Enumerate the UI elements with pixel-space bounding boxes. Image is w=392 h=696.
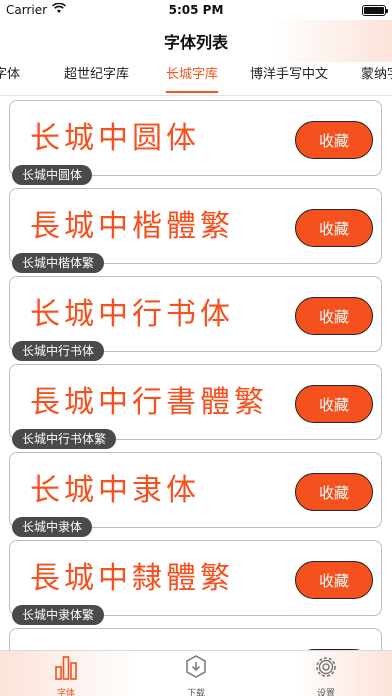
wifi-icon: [52, 2, 67, 17]
font-card[interactable]: 长城中圆体 收藏 长城中圆体: [9, 100, 382, 185]
font-preview: 長城中隸體繁: [30, 561, 234, 596]
font-name-label: 长城中楷体繁: [12, 253, 105, 273]
font-preview: 長城中楷體繁: [30, 209, 234, 244]
tab-changcheng[interactable]: 长城字库: [166, 62, 219, 95]
favorite-button[interactable]: 收藏: [295, 121, 373, 159]
font-name-label: 长城中圆体: [12, 165, 93, 185]
font-preview: 長城中行書體繁: [30, 385, 268, 420]
favorite-button[interactable]: 收藏: [295, 473, 373, 511]
font-card[interactable]: 長城中楷體繁 收藏 长城中楷体繁: [9, 188, 382, 273]
font-preview: 长城中行书体: [30, 297, 234, 332]
bar-chart-icon: [52, 653, 80, 685]
tabbar-settings-label: 设置: [316, 689, 335, 696]
font-name-label: 长城中行书体: [12, 341, 105, 361]
favorite-button[interactable]: 收藏: [295, 209, 373, 247]
font-preview: 长城中隶体: [30, 473, 200, 508]
tabbar-download-label: 下载: [186, 689, 205, 696]
font-card[interactable]: 长城中行书体 收藏 长城中行书体: [9, 276, 382, 361]
font-card[interactable]: 長城中隸體繁 收藏 长城中隶体繁: [9, 540, 382, 625]
tab-fonts[interactable]: 字体: [0, 62, 20, 95]
font-card[interactable]: 長城中行書體繁 收藏 长城中行书体繁: [9, 364, 382, 449]
font-name-label: 长城中行书体繁: [12, 429, 117, 449]
font-name-label: 长城中隶体: [12, 517, 93, 537]
tab-boyang[interactable]: 博洋手写中文: [250, 62, 328, 95]
tabbar-download[interactable]: 下载: [166, 653, 226, 696]
bottom-tab-bar: 字体 下载 设置: [0, 650, 392, 696]
download-icon: [182, 653, 210, 685]
tabbar-settings[interactable]: 设置: [296, 653, 356, 696]
status-time: 5:05 PM: [168, 3, 224, 17]
category-tabs: 字体 超世纪字库 长城字库 博洋手写中文 蒙纳字: [0, 62, 392, 96]
favorite-button[interactable]: 收藏: [295, 297, 373, 335]
font-card[interactable]: 长城中隶体 收藏 长城中隶体: [9, 452, 382, 537]
tab-monotype[interactable]: 蒙纳字: [361, 62, 392, 95]
carrier-label: Carrier: [6, 3, 48, 17]
navigation-bar: 字体列表: [0, 20, 392, 62]
gear-icon: [312, 653, 340, 685]
status-bar: Carrier 5:05 PM: [0, 0, 392, 20]
page-title: 字体列表: [163, 33, 228, 52]
font-preview: 长城中圆体: [30, 121, 200, 156]
favorite-button[interactable]: 收藏: [295, 561, 373, 599]
tabbar-fonts[interactable]: 字体: [36, 653, 96, 696]
battery-icon: [362, 4, 388, 16]
tab-chaoshiji[interactable]: 超世纪字库: [64, 62, 129, 95]
font-name-label: 长城中隶体繁: [12, 605, 105, 625]
tabbar-fonts-label: 字体: [56, 689, 75, 696]
favorite-button[interactable]: 收藏: [295, 385, 373, 423]
font-list: 长城中圆体 收藏 长城中圆体 長城中楷體繁 收藏 长城中楷体繁 长城中行书体 收…: [0, 97, 392, 653]
